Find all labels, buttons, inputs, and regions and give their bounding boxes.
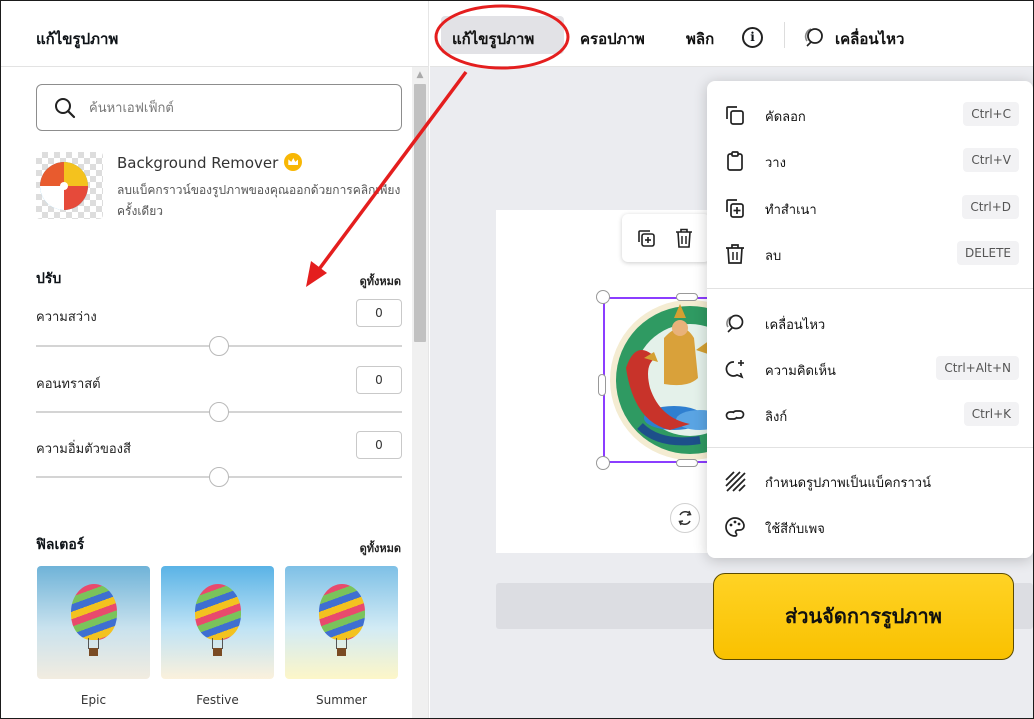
filter-label-summer: Summer bbox=[316, 693, 367, 707]
slider-knob[interactable] bbox=[209, 467, 229, 487]
annotation-callout-image-tools: ส่วนจัดการรูปภาพ bbox=[713, 573, 1014, 660]
menu-item-animate[interactable]: เคลื่อนไหว bbox=[707, 302, 1033, 344]
filter-label-epic: Epic bbox=[80, 693, 107, 707]
filter-thumbnail-festive[interactable] bbox=[161, 566, 274, 679]
scroll-up-arrow-icon[interactable]: ▲ bbox=[412, 67, 428, 83]
link-icon bbox=[725, 410, 745, 420]
copy-icon bbox=[726, 106, 744, 125]
saturation-value-input[interactable]: 0 bbox=[356, 431, 402, 459]
selection-bounding-box[interactable] bbox=[603, 297, 710, 463]
effects-search-input[interactable] bbox=[89, 97, 389, 119]
palette-icon bbox=[725, 517, 745, 537]
duplicate-icon bbox=[726, 199, 744, 218]
animate-icon bbox=[804, 28, 823, 47]
crop-button[interactable]: ครอปภาพ bbox=[580, 27, 645, 51]
resize-handle-top[interactable] bbox=[676, 293, 698, 301]
menu-separator bbox=[707, 447, 1033, 448]
panel-header: แก้ไขรูปภาพ bbox=[1, 1, 428, 67]
rotate-button[interactable] bbox=[670, 503, 700, 533]
edit-image-button[interactable]: แก้ไขรูปภาพ bbox=[452, 27, 534, 51]
menu-label: คัดลอก bbox=[765, 110, 806, 125]
saturation-label: ความอิ่มตัวของสี bbox=[36, 442, 131, 457]
hot-air-balloon bbox=[71, 584, 117, 640]
hot-air-balloon bbox=[195, 584, 241, 640]
context-menu: คัดลอก Ctrl+C วาง Ctrl+V ทำสำเนา Ctrl+D … bbox=[707, 81, 1033, 558]
comment-icon bbox=[725, 360, 744, 379]
contrast-value-input[interactable]: 0 bbox=[356, 366, 402, 394]
info-icon[interactable]: i bbox=[742, 27, 763, 48]
rotate-icon bbox=[678, 510, 692, 526]
contrast-slider[interactable] bbox=[36, 402, 402, 422]
menu-shortcut: Ctrl+C bbox=[963, 102, 1019, 126]
menu-label: ความคิดเห็น bbox=[765, 364, 836, 379]
background-remover-thumbnail[interactable] bbox=[36, 152, 103, 219]
panel-scrollbar-thumb[interactable] bbox=[414, 84, 426, 342]
balloon-basket bbox=[337, 648, 346, 656]
duplicate-icon[interactable] bbox=[636, 228, 656, 248]
filters-section-title: ฟิลเตอร์ bbox=[36, 537, 85, 553]
adjust-see-all-link[interactable]: ดูทั้งหมด bbox=[360, 272, 401, 290]
menu-label: กำหนดรูปภาพเป็นแบ็คกราวน์ bbox=[765, 476, 931, 491]
flip-button[interactable]: พลิก bbox=[686, 27, 714, 51]
menu-shortcut: Ctrl+K bbox=[963, 402, 1019, 426]
menu-shortcut: DELETE bbox=[956, 241, 1019, 265]
adjust-section-title: ปรับ bbox=[36, 271, 62, 287]
menu-label: ลิงก์ bbox=[765, 410, 788, 425]
saturation-slider[interactable] bbox=[36, 467, 402, 487]
menu-label: เคลื่อนไหว bbox=[765, 318, 826, 333]
background-remover-label: Background Remover bbox=[117, 154, 279, 172]
menu-item-paste[interactable]: วาง Ctrl+V bbox=[707, 140, 1033, 182]
menu-shortcut: Ctrl+Alt+N bbox=[936, 356, 1019, 380]
slider-knob[interactable] bbox=[209, 336, 229, 356]
toolbar-divider bbox=[784, 22, 785, 48]
brightness-slider[interactable] bbox=[36, 336, 402, 356]
paste-icon bbox=[727, 151, 743, 171]
effects-search-box[interactable] bbox=[36, 84, 402, 131]
filter-thumbnail-epic[interactable] bbox=[37, 566, 150, 679]
filters-see-all-link[interactable]: ดูทั้งหมด bbox=[360, 539, 401, 557]
animate-button[interactable]: เคลื่อนไหว bbox=[835, 27, 904, 51]
trash-icon[interactable] bbox=[674, 227, 694, 249]
set-background-icon bbox=[725, 471, 746, 492]
filter-thumbnail-summer[interactable] bbox=[285, 566, 398, 679]
floating-element-toolbar bbox=[622, 214, 710, 262]
resize-handle-bottom-left[interactable] bbox=[596, 456, 610, 470]
menu-shortcut: Ctrl+V bbox=[963, 148, 1019, 172]
menu-label: ลบ bbox=[765, 249, 782, 264]
menu-shortcut: Ctrl+D bbox=[962, 195, 1019, 219]
resize-handle-left[interactable] bbox=[598, 374, 606, 396]
menu-item-comment[interactable]: ความคิดเห็น Ctrl+Alt+N bbox=[707, 348, 1033, 390]
brightness-label: ความสว่าง bbox=[36, 310, 97, 325]
menu-item-link[interactable]: ลิงก์ Ctrl+K bbox=[707, 394, 1033, 436]
balloon-basket bbox=[213, 648, 222, 656]
menu-item-set-as-background[interactable]: กำหนดรูปภาพเป็นแบ็คกราวน์ bbox=[707, 460, 1033, 502]
menu-item-apply-colors-to-page[interactable]: ใช้สีกับเพจ bbox=[707, 506, 1033, 548]
contrast-label: คอนทราสต์ bbox=[36, 377, 101, 392]
menu-item-copy[interactable]: คัดลอก Ctrl+C bbox=[707, 94, 1033, 136]
balloon-basket bbox=[89, 648, 98, 656]
search-icon bbox=[55, 98, 76, 119]
menu-label: ทำสำเนา bbox=[765, 203, 817, 218]
hot-air-balloon bbox=[319, 584, 365, 640]
brightness-value-input[interactable]: 0 bbox=[356, 299, 402, 327]
beach-ball-image bbox=[40, 162, 88, 210]
background-remover-description: ลบแบ็คกราวน์ของรูปภาพของคุณออกด้วยการคลิ… bbox=[117, 183, 401, 218]
slider-knob[interactable] bbox=[209, 402, 229, 422]
edit-image-panel: แก้ไขรูปภาพ Background Remover ลบแบ็คกรา… bbox=[1, 1, 429, 718]
resize-handle-bottom[interactable] bbox=[676, 459, 698, 467]
panel-title: แก้ไขรูปภาพ bbox=[36, 30, 119, 48]
resize-handle-top-left[interactable] bbox=[596, 290, 610, 304]
menu-separator bbox=[707, 288, 1033, 289]
trash-icon bbox=[726, 244, 744, 264]
menu-label: ใช้สีกับเพจ bbox=[765, 522, 825, 537]
menu-item-delete[interactable]: ลบ DELETE bbox=[707, 233, 1033, 275]
menu-label: วาง bbox=[765, 156, 786, 171]
menu-item-duplicate[interactable]: ทำสำเนา Ctrl+D bbox=[707, 187, 1033, 229]
filter-label-festive: Festive bbox=[196, 693, 239, 707]
crown-icon bbox=[284, 153, 303, 171]
background-remover-title[interactable]: Background Remover bbox=[117, 153, 303, 172]
animate-icon bbox=[726, 314, 744, 333]
